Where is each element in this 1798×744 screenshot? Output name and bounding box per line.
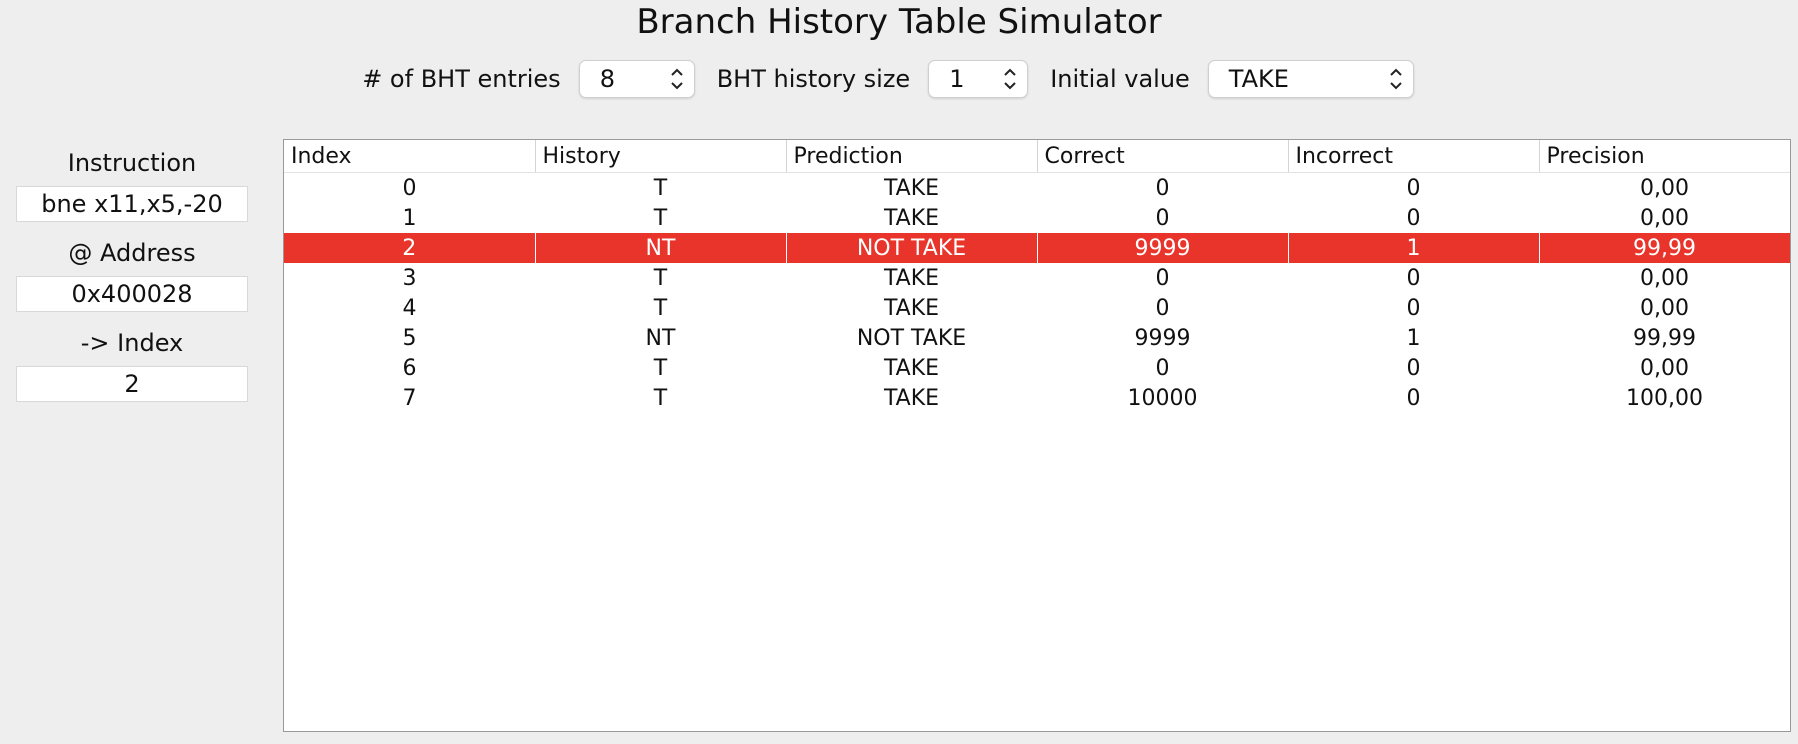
table-row[interactable]: 3 T TAKE 0 0 0,00 [284, 263, 1790, 293]
instruction-field: bne x11,x5,-20 [16, 186, 248, 222]
cell-history: T [653, 355, 668, 381]
cell-history: T [653, 265, 668, 291]
cell-history: T [653, 205, 668, 231]
index-field: 2 [16, 366, 248, 402]
address-label: @ Address [68, 239, 196, 267]
cell-incorrect: 0 [1406, 175, 1421, 201]
bht-entries-spinner[interactable]: 8 [578, 60, 695, 98]
cell-index: 7 [402, 385, 417, 411]
cell-history: NT [535, 233, 787, 263]
cell-index: 4 [402, 295, 417, 321]
cell-correct: 0 [1155, 175, 1170, 201]
cell-prediction: NOT TAKE [856, 325, 967, 351]
cell-precision: 0,00 [1640, 205, 1689, 231]
table-row[interactable]: 7 T TAKE 10000 0 100,00 [284, 383, 1790, 413]
cell-correct: 9999 [1037, 233, 1289, 263]
cell-prediction: TAKE [883, 205, 940, 231]
cell-precision: 99,99 [1633, 325, 1696, 351]
cell-history: T [653, 175, 668, 201]
bht-entries-value: 8 [599, 65, 615, 93]
table-row[interactable]: 5 NT NOT TAKE 9999 1 99,99 [284, 323, 1790, 353]
instruction-panel: Instruction bne x11,x5,-20 @ Address 0x4… [16, 140, 248, 402]
header-incorrect[interactable]: Incorrect [1288, 140, 1540, 173]
table-row[interactable]: 4 T TAKE 0 0 0,00 [284, 293, 1790, 323]
cell-precision: 0,00 [1640, 295, 1689, 321]
cell-prediction: TAKE [883, 385, 940, 411]
table-row[interactable]: 0 T TAKE 0 0 0,00 [284, 173, 1790, 204]
cell-incorrect: 0 [1406, 295, 1421, 321]
initial-value-label: Initial value [1050, 65, 1190, 93]
cell-index: 2 [284, 233, 536, 263]
cell-history: T [653, 385, 668, 411]
header-precision[interactable]: Precision [1539, 140, 1790, 173]
cell-precision: 99,99 [1539, 233, 1790, 263]
table-row[interactable]: 1 T TAKE 0 0 0,00 [284, 203, 1790, 233]
cell-prediction: TAKE [883, 355, 940, 381]
cell-correct: 0 [1155, 205, 1170, 231]
cell-prediction: TAKE [883, 265, 940, 291]
bht-history-size-spinner[interactable]: 1 [928, 60, 1029, 98]
bht-history-size-label: BHT history size [716, 65, 911, 93]
initial-value-select[interactable]: TAKE [1207, 60, 1414, 98]
cell-index: 1 [402, 205, 417, 231]
table-row[interactable]: 6 T TAKE 0 0 0,00 [284, 353, 1790, 383]
header-prediction[interactable]: Prediction [786, 140, 1038, 173]
cell-incorrect: 0 [1406, 385, 1421, 411]
header-correct[interactable]: Correct [1037, 140, 1289, 173]
cell-index: 5 [402, 325, 417, 351]
up-down-chevron-icon[interactable] [670, 66, 684, 92]
cell-incorrect: 0 [1406, 355, 1421, 381]
cell-prediction: TAKE [883, 175, 940, 201]
cell-index: 0 [402, 175, 417, 201]
table-header-row: Index History Prediction Correct Incorre… [284, 140, 1790, 173]
cell-incorrect: 0 [1406, 205, 1421, 231]
table-row[interactable]: 2 NT NOT TAKE 9999 1 99,99 [284, 233, 1790, 263]
window-title: Branch History Table Simulator [636, 2, 1162, 42]
cell-index: 6 [402, 355, 417, 381]
address-field: 0x400028 [16, 276, 248, 312]
cell-index: 3 [402, 265, 417, 291]
up-down-chevron-icon [1390, 68, 1402, 90]
cell-correct: 0 [1155, 295, 1170, 321]
cell-incorrect: 1 [1406, 325, 1421, 351]
cell-history: NT [645, 325, 676, 351]
cell-correct: 0 [1155, 265, 1170, 291]
controls-bar: # of BHT entries 8 BHT history size 1 In… [0, 60, 1798, 98]
cell-precision: 0,00 [1640, 175, 1689, 201]
cell-incorrect: 1 [1288, 233, 1540, 263]
cell-precision: 100,00 [1626, 385, 1703, 411]
cell-prediction: NOT TAKE [786, 233, 1038, 263]
cell-correct: 9999 [1134, 325, 1191, 351]
initial-value-selected: TAKE [1228, 65, 1289, 93]
cell-precision: 0,00 [1640, 265, 1689, 291]
bht-table: Index History Prediction Correct Incorre… [284, 140, 1790, 414]
table-body: 0 T TAKE 0 0 0,00 1 T TAKE 0 0 0,00 2 NT NOT TAKE 9999 1… [284, 173, 1790, 414]
cell-precision: 0,00 [1640, 355, 1689, 381]
cell-correct: 0 [1155, 355, 1170, 381]
header-index[interactable]: Index [284, 140, 536, 173]
bht-table-container[interactable]: Index History Prediction Correct Incorre… [283, 139, 1791, 732]
bht-history-size-value: 1 [949, 65, 965, 93]
cell-correct: 10000 [1127, 385, 1198, 411]
bht-entries-label: # of BHT entries [362, 65, 561, 93]
cell-history: T [653, 295, 668, 321]
cell-prediction: TAKE [883, 295, 940, 321]
index-label: -> Index [80, 329, 184, 357]
up-down-chevron-icon[interactable] [1003, 66, 1017, 92]
cell-incorrect: 0 [1406, 265, 1421, 291]
instruction-label: Instruction [67, 149, 197, 177]
header-history[interactable]: History [535, 140, 787, 173]
